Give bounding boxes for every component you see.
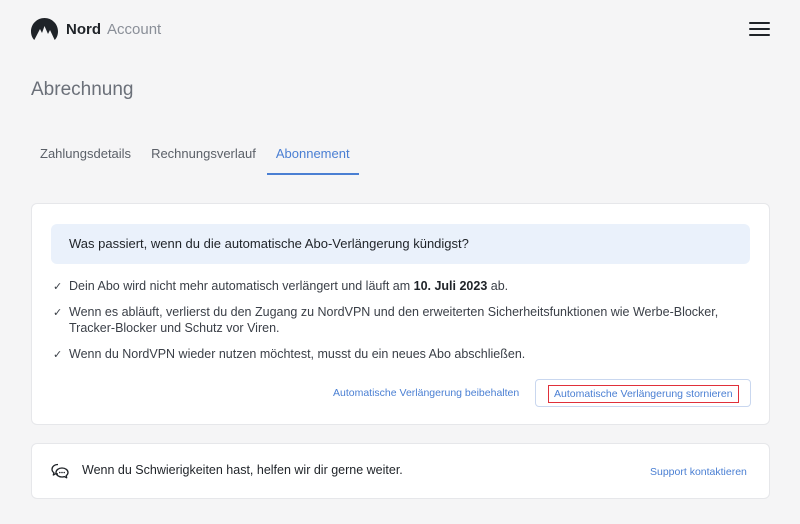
chat-bubbles-icon [51, 463, 69, 479]
checkmark-icon: ✓ [53, 307, 63, 319]
keep-renewal-link[interactable]: Automatische Verlängerung beibehalten [333, 387, 519, 399]
list-item-text: Wenn es abläuft, verlierst du den Zugang… [69, 305, 719, 335]
list-item-text: Wenn du NordVPN wieder nutzen möchtest, … [69, 347, 526, 361]
checkmark-icon: ✓ [53, 281, 63, 293]
expiry-date: 10. Juli 2023 [413, 279, 488, 293]
list-item-text: Dein Abo wird nicht mehr automatisch ver… [69, 279, 414, 293]
page-title: Abrechnung [31, 79, 134, 100]
header: Nord Account [0, 0, 800, 60]
list-item: ✓ Wenn du NordVPN wieder nutzen möchtest… [53, 346, 743, 362]
tab-invoice-history[interactable]: Rechnungsverlauf [142, 137, 265, 173]
list-item-text-end: ab. [487, 279, 509, 293]
consequence-list: ✓ Dein Abo wird nicht mehr automatisch v… [53, 278, 743, 372]
nord-logo-icon[interactable] [31, 18, 58, 40]
hamburger-menu-icon[interactable] [749, 22, 770, 38]
info-question-text: Was passiert, wenn du die automatische A… [69, 236, 469, 251]
brand-subtitle: Account [107, 21, 162, 38]
brand-name: Nord [66, 21, 101, 38]
list-item: ✓ Dein Abo wird nicht mehr automatisch v… [53, 278, 743, 294]
support-text: Wenn du Schwierigkeiten hast, helfen wir… [82, 463, 403, 477]
cancel-renewal-button[interactable]: Automatische Verlängerung stornieren [535, 379, 751, 407]
contact-support-link[interactable]: Support kontaktieren [650, 466, 747, 478]
cancel-renewal-label[interactable]: Automatische Verlängerung stornieren [548, 385, 739, 403]
info-question-box: Was passiert, wenn du die automatische A… [51, 224, 750, 264]
billing-tabs: Zahlungsdetails Rechnungsverlauf Abonnem… [31, 137, 361, 175]
list-item: ✓ Wenn es abläuft, verlierst du den Zuga… [53, 304, 743, 336]
cancel-renewal-card: Was passiert, wenn du die automatische A… [31, 203, 770, 425]
tab-payment-details[interactable]: Zahlungsdetails [31, 137, 140, 173]
checkmark-icon: ✓ [53, 349, 63, 361]
tab-subscription[interactable]: Abonnement [266, 137, 359, 175]
support-card: Wenn du Schwierigkeiten hast, helfen wir… [31, 443, 770, 499]
